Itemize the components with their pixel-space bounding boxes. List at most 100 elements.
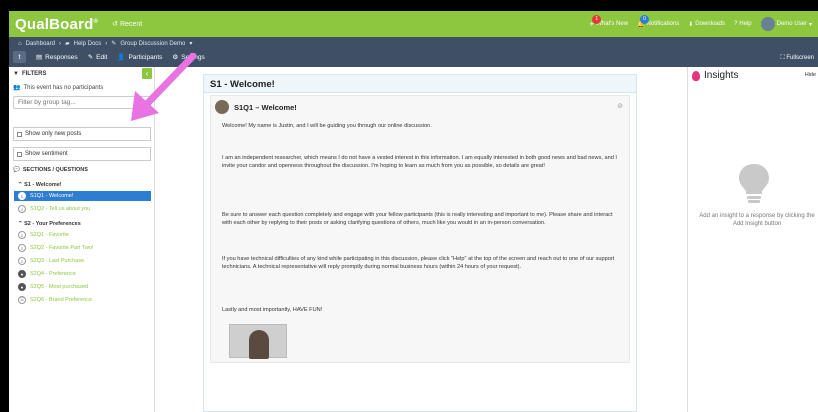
downloads-button[interactable]: ⬇ Downloads <box>688 21 725 28</box>
help-label: Help <box>739 21 752 27</box>
chat-icon: ≡ <box>18 205 26 213</box>
show-new-posts-checkbox[interactable]: Show only new posts <box>13 127 151 141</box>
question-label: S2Q2 - Favorite Part Two! <box>30 245 94 251</box>
tab-label: Responses <box>45 53 78 61</box>
user-name: Demo User <box>776 21 807 27</box>
question-s2q4[interactable]: ● S2Q4 - Preference <box>14 269 151 279</box>
chat-icon: ✎ <box>111 41 117 47</box>
radio-icon: ● <box>18 283 26 291</box>
hide-insights-button[interactable]: Hide <box>805 72 816 78</box>
avatar <box>760 17 775 31</box>
insights-heading: Insights <box>692 70 738 81</box>
question-s2q5[interactable]: ● S2Q5 - Most purchased <box>14 282 151 292</box>
chevron-right-icon: › <box>58 40 61 47</box>
lightbulb-icon <box>739 164 769 203</box>
question-s2q3[interactable]: ≡ S2Q3 - Last Purchase <box>14 256 151 266</box>
post-paragraph: If you have technical difficulties of an… <box>222 256 615 270</box>
logo[interactable]: QualBoard® <box>15 16 98 33</box>
fullscreen-label: Fullscreen <box>786 55 814 61</box>
section-label: S2 - Your Preferences <box>24 221 81 227</box>
question-label: S2Q4 - Preference <box>30 271 76 277</box>
question-s2q1[interactable]: ≡ S2Q1 - Favorite <box>14 230 151 240</box>
breadcrumb-group-discussion[interactable]: Group Discussion Demo <box>120 41 185 47</box>
no-participants-text: This event has no participants <box>23 84 104 91</box>
tab-edit[interactable]: ✎ Edit <box>87 53 108 62</box>
home-icon: ⌂ <box>18 40 22 47</box>
whats-new-label: What's New <box>596 21 629 27</box>
folder-icon: ▰ <box>64 41 70 47</box>
notifications-button[interactable]: 🔔 0 Notifications <box>637 14 679 28</box>
logo-mark: ® <box>93 18 99 25</box>
chat-icon: ≡ <box>18 192 26 200</box>
responses-icon: ▤ <box>36 54 43 61</box>
sections-heading: 💬 SECTIONS / QUESTIONS <box>13 167 88 173</box>
chat-icon: ≡ <box>18 257 26 265</box>
breadcrumb: ⌂ Dashboard › ▰ Help Docs › ✎ Group Disc… <box>18 40 193 48</box>
tab-label: Edit <box>96 53 108 61</box>
whats-new-button[interactable]: ✈ 1 What's New <box>589 14 629 28</box>
post-paragraph: I am an independent researcher, which me… <box>222 155 617 169</box>
filters-title: FILTERS <box>21 71 47 77</box>
top-right-menu: ✈ 1 What's New 🔔 0 Notifications ⬇ Downl… <box>589 14 812 31</box>
breadcrumb-help-docs[interactable]: Help Docs <box>74 41 102 47</box>
question-label: S2Q1 - Favorite <box>30 232 69 238</box>
recent-label: Recent <box>119 20 143 28</box>
question-label: S2Q3 - Last Purchase <box>30 258 85 264</box>
recent-link[interactable]: ↺ Recent <box>112 20 143 29</box>
person-image <box>249 330 269 359</box>
back-button[interactable]: t <box>13 51 26 63</box>
question-s1q1[interactable]: ≡ S1Q1 - Welcome! <box>14 191 151 201</box>
notifications-badge: 0 <box>640 14 650 24</box>
checkbox[interactable] <box>17 131 22 137</box>
filter-icon: ▼ <box>13 71 19 77</box>
post-paragraph: Be sure to answer each question complete… <box>222 212 613 226</box>
chevron-down-icon: ▾ <box>808 21 812 28</box>
chevron-down-icon: ▾ <box>189 41 193 47</box>
chat-icon: 💬 <box>13 167 20 173</box>
question-label: S2Q6 - Brand Preference <box>30 297 93 303</box>
avatar <box>215 100 229 114</box>
list-icon: ☰ <box>18 296 26 304</box>
history-icon: ↺ <box>112 21 118 28</box>
checkbox-label: Show only new posts <box>25 131 82 137</box>
section-title: S1 - Welcome! <box>204 75 636 93</box>
question-s2q6[interactable]: ☰ S2Q6 - Brand Preference <box>14 295 151 305</box>
responses-panel: S1 - Welcome! S1Q1 – Welcome! ⊘ Welcome!… <box>203 74 637 412</box>
user-menu[interactable]: Demo User ▾ <box>760 17 812 31</box>
question-s2q2[interactable]: ≡ S2Q2 - Favorite Part Two! <box>14 243 151 253</box>
insights-empty-text: Add an insight to a response by clicking… <box>699 213 815 227</box>
edit-icon: ✎ <box>87 54 94 61</box>
top-bar: QualBoard® ↺ Recent ✈ 1 What's New 🔔 0 N… <box>9 11 818 37</box>
moderator-photo[interactable] <box>229 324 287 359</box>
post-title: S1Q1 – Welcome! <box>234 103 297 112</box>
post-paragraph: Welcome! My name is Justin, and I will b… <box>222 123 432 129</box>
logo-text: QualBoard <box>15 15 94 33</box>
show-sentiment-checkbox[interactable]: Show sentiment <box>13 147 151 161</box>
download-icon: ⬇ <box>688 21 694 28</box>
annotation-arrow <box>131 53 197 121</box>
insights-panel: Insights Hide Add an insight to a respon… <box>687 67 818 412</box>
fullscreen-button[interactable]: ⛶ Fullscreen <box>780 55 814 62</box>
sections-title: SECTIONS / QUESTIONS <box>22 167 88 173</box>
whats-new-badge: 1 <box>592 14 602 24</box>
downloads-label: Downloads <box>695 21 725 27</box>
chat-icon: ≡ <box>18 231 26 239</box>
checkbox-label: Show sentiment <box>25 151 68 157</box>
users-icon: 👥 <box>13 85 21 91</box>
section-s2[interactable]: ⌃ S2 - Your Preferences <box>18 221 81 227</box>
chevron-right-icon: › <box>105 40 108 47</box>
t-icon: t <box>18 53 21 61</box>
checkbox[interactable] <box>17 151 22 157</box>
help-button[interactable]: ? Help <box>734 21 752 27</box>
eye-slash-icon[interactable]: ⊘ <box>617 102 623 110</box>
chat-icon: ≡ <box>18 244 26 252</box>
radio-icon: ● <box>18 270 26 278</box>
question-s1q2[interactable]: ≡ S1Q2 - Tell us about you <box>14 204 151 214</box>
tab-responses[interactable]: ▤ Responses <box>36 53 78 62</box>
app-window: QualBoard® ↺ Recent ✈ 1 What's New 🔔 0 N… <box>9 11 818 412</box>
section-label: S1 - Welcome! <box>24 182 62 188</box>
section-s1[interactable]: ⌃ S1 - Welcome! <box>18 182 62 188</box>
moderator-post: S1Q1 – Welcome! ⊘ Welcome! My name is Ju… <box>210 95 630 363</box>
question-label: S1Q2 - Tell us about you <box>30 206 91 212</box>
breadcrumb-dashboard[interactable]: Dashboard <box>26 41 55 47</box>
